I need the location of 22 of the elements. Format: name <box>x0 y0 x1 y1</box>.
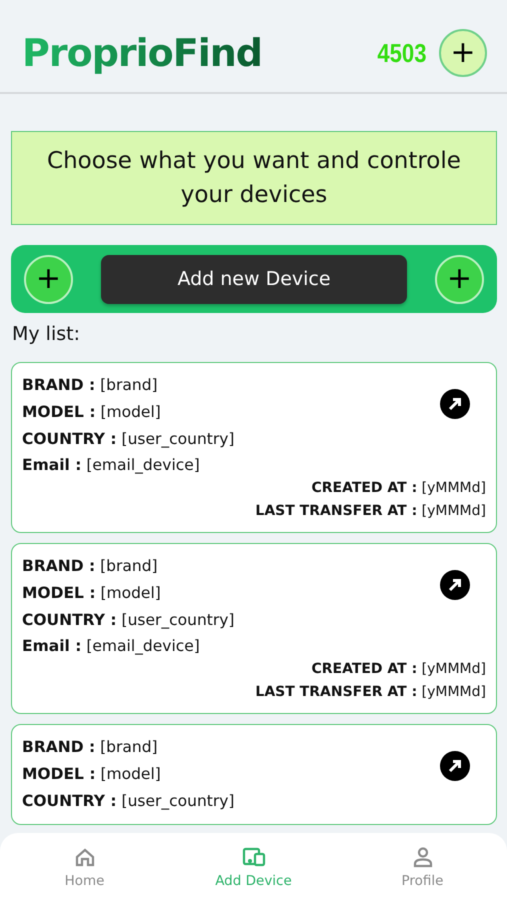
add-button[interactable]: + <box>439 29 487 77</box>
device-field: COUNTRY : [user_country] <box>22 788 234 815</box>
device-date: CREATED AT : [yMMMd] <box>310 479 486 498</box>
device-field: BRAND : [brand] <box>22 372 158 399</box>
device-field: MODEL : [model] <box>22 761 161 788</box>
device-field: BRAND : [brand] <box>22 734 158 761</box>
device-field: Email : [email_device] <box>22 634 200 658</box>
device-field: Email : [email_device] <box>22 453 200 477</box>
device-field: MODEL : [model] <box>22 580 161 607</box>
add-button[interactable]: + <box>435 254 484 304</box>
device-field: COUNTRY : [user_country] <box>22 607 234 634</box>
device-date: CREATED AT : [yMMMd] <box>310 660 486 679</box>
info-banner: Choose what you want and controle your devices <box>11 131 497 225</box>
device-date: LAST TRANSFER AT : [yMMMd] <box>254 502 486 521</box>
points-count: 4503 <box>378 38 427 68</box>
list-title: My list: <box>12 323 80 345</box>
add-device-button[interactable]: Add new Device <box>101 254 407 304</box>
device-date: LAST TRANSFER AT : [yMMMd] <box>254 683 486 702</box>
add-button[interactable]: + <box>24 254 73 304</box>
device-field: BRAND : [brand] <box>22 553 158 580</box>
device-field: COUNTRY : [user_country] <box>22 426 234 453</box>
device-field: MODEL : [model] <box>22 399 161 426</box>
